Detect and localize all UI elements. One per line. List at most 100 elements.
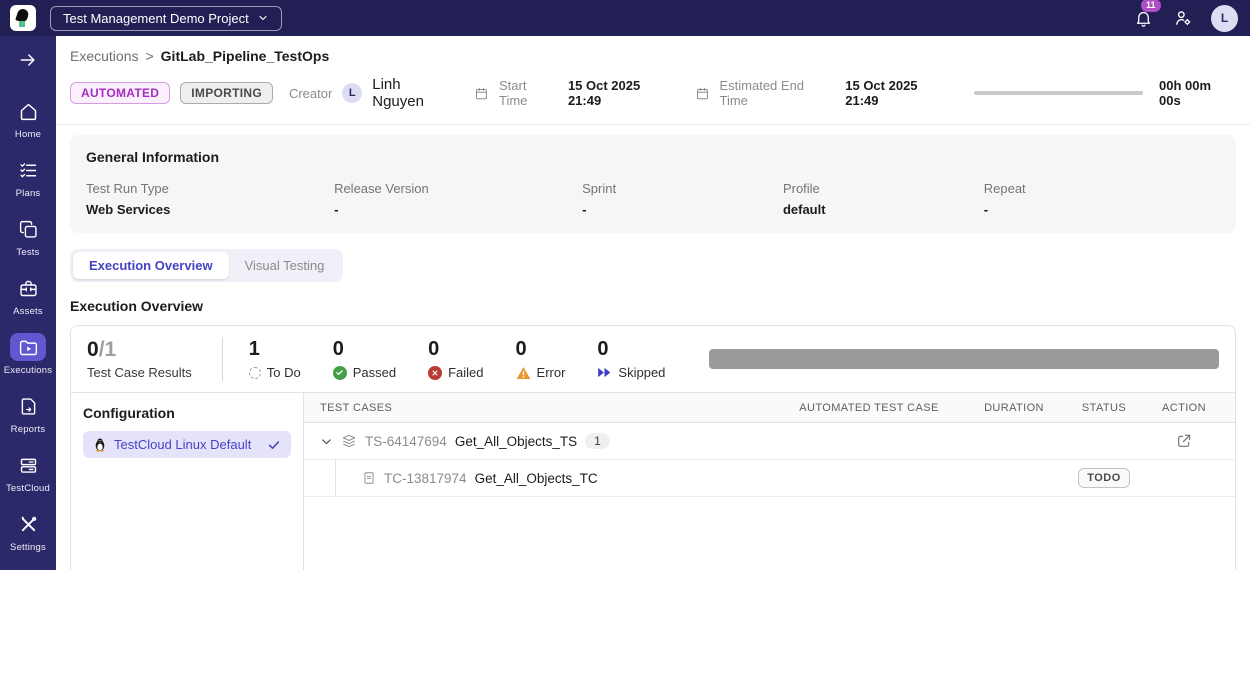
automated-badge: AUTOMATED bbox=[70, 82, 171, 104]
stat-todo: 1 To Do bbox=[248, 338, 301, 380]
sidebar-item-executions[interactable]: Executions bbox=[0, 333, 56, 376]
open-suite-action[interactable] bbox=[1149, 433, 1219, 449]
elapsed-time: 00h 00m 00s bbox=[1159, 78, 1212, 108]
results-completed: 0 bbox=[87, 338, 99, 361]
general-information-panel: General Information Test Run Type Web Se… bbox=[70, 135, 1236, 233]
end-time-label: Estimated End Time bbox=[719, 78, 805, 108]
selected-check-icon bbox=[268, 440, 280, 449]
reports-icon bbox=[21, 397, 35, 415]
tab-execution-overview[interactable]: Execution Overview bbox=[73, 252, 229, 279]
sidebar-item-label: Reports bbox=[10, 424, 46, 435]
section-title: Execution Overview bbox=[70, 298, 204, 314]
field-label: Repeat bbox=[983, 181, 1026, 196]
summary-stats-row: 0/1 Test Case Results 1 To Do 0 Passed 0… bbox=[71, 326, 1235, 393]
sidebar-item-home[interactable]: Home bbox=[0, 97, 56, 140]
failed-icon bbox=[428, 365, 443, 380]
todo-icon bbox=[248, 366, 261, 379]
view-tabs: Execution Overview Visual Testing bbox=[70, 249, 344, 282]
arrow-right-icon bbox=[20, 54, 35, 66]
table-header: TEST CASES AUTOMATED TEST CASE DURATION … bbox=[304, 393, 1235, 423]
field-value: - bbox=[334, 202, 339, 217]
sidebar-item-label: Executions bbox=[3, 365, 53, 376]
col-duration: DURATION bbox=[984, 401, 1044, 414]
error-icon bbox=[516, 366, 531, 380]
sidebar-item-tests[interactable]: Tests bbox=[0, 215, 56, 258]
col-test-cases: TEST CASES bbox=[320, 401, 393, 414]
test-case-row: TC-13817974 Get_All_Objects_TC TODO bbox=[304, 460, 1235, 497]
sidebar-item-plans[interactable]: Plans bbox=[0, 156, 56, 199]
elapsed-progress-bar bbox=[973, 91, 1144, 95]
stat-value: 0 bbox=[332, 338, 344, 360]
passed-icon bbox=[332, 365, 347, 380]
assets-icon bbox=[19, 280, 37, 296]
notifications-button[interactable]: 11 bbox=[1131, 0, 1161, 30]
creator-name: Linh Nguyen bbox=[372, 76, 424, 110]
breadcrumb-parent[interactable]: Executions bbox=[70, 48, 138, 64]
sidebar-item-testcloud[interactable]: TestCloud bbox=[0, 451, 56, 494]
col-action: ACTION bbox=[1162, 401, 1206, 414]
test-suite-row: TS-64147694 Get_All_Objects_TS 1 bbox=[304, 423, 1235, 460]
user-avatar[interactable]: L bbox=[1211, 4, 1238, 32]
field-value: default bbox=[782, 202, 826, 217]
sidebar-item-label: TestCloud bbox=[5, 483, 51, 494]
executions-icon bbox=[19, 340, 37, 355]
test-case-results: 0/1 Test Case Results bbox=[87, 338, 192, 380]
field-test-run-type: Test Run Type Web Services bbox=[86, 181, 334, 217]
sidebar-expand-button[interactable] bbox=[18, 50, 38, 75]
creator-avatar: L bbox=[342, 83, 363, 103]
col-status: STATUS bbox=[1081, 401, 1127, 414]
tab-visual-testing[interactable]: Visual Testing bbox=[229, 252, 341, 279]
home-icon bbox=[20, 103, 36, 120]
sidebar-item-reports[interactable]: Reports bbox=[0, 392, 56, 435]
settings-tools-icon bbox=[21, 516, 36, 531]
test-case-icon bbox=[364, 472, 374, 484]
notification-count-badge: 11 bbox=[1141, 0, 1161, 12]
user-management-button[interactable] bbox=[1171, 6, 1195, 30]
stat-skipped: 0 Skipped bbox=[597, 338, 665, 380]
stat-label: Skipped bbox=[618, 365, 666, 380]
testcloud-icon bbox=[20, 458, 36, 473]
general-information-title: General Information bbox=[86, 149, 220, 165]
skipped-icon bbox=[597, 366, 612, 379]
collapse-chevron-icon[interactable] bbox=[320, 435, 333, 448]
test-case-name[interactable]: Get_All_Objects_TC bbox=[475, 471, 598, 486]
configuration-item-testcloud-linux[interactable]: TestCloud Linux Default bbox=[83, 431, 291, 458]
test-suite-count-badge: 1 bbox=[585, 433, 610, 449]
top-bar: Test Management Demo Project 11 L bbox=[0, 0, 1250, 36]
test-case-id[interactable]: TC-13817974 bbox=[384, 471, 467, 486]
end-time-value: 15 Oct 2025 21:49 bbox=[845, 78, 918, 108]
results-total: /1 bbox=[98, 338, 117, 361]
execution-header: Executions > GitLab_Pipeline_TestOps AUT… bbox=[56, 36, 1250, 125]
breadcrumb-separator: > bbox=[145, 48, 154, 64]
test-suite-icon bbox=[342, 434, 356, 448]
configuration-title: Configuration bbox=[83, 405, 175, 421]
main-content: Executions > GitLab_Pipeline_TestOps AUT… bbox=[56, 36, 1250, 570]
user-gear-icon bbox=[1176, 11, 1191, 26]
sidebar-item-settings[interactable]: Settings bbox=[0, 510, 56, 553]
sidebar-item-label: Tests bbox=[16, 247, 40, 258]
calendar-icon bbox=[696, 87, 708, 99]
start-time-value: 15 Oct 2025 21:49 bbox=[567, 78, 641, 108]
field-label: Profile bbox=[782, 181, 820, 196]
external-link-icon bbox=[1178, 434, 1191, 447]
test-suite-id[interactable]: TS-64147694 bbox=[365, 434, 447, 449]
project-selector-label: Test Management Demo Project bbox=[63, 10, 249, 26]
stat-failed: 0 Failed bbox=[428, 338, 484, 380]
project-selector[interactable]: Test Management Demo Project bbox=[50, 5, 282, 31]
sidebar-item-assets[interactable]: Assets bbox=[0, 274, 56, 317]
field-value: - bbox=[983, 202, 989, 217]
field-profile: Profile default bbox=[783, 181, 984, 217]
stat-error: 0 Error bbox=[516, 338, 566, 380]
tests-icon bbox=[19, 220, 37, 238]
stat-label: Failed bbox=[448, 365, 484, 380]
field-sprint: Sprint - bbox=[582, 181, 783, 217]
col-automated-test-case: AUTOMATED TEST CASE bbox=[799, 401, 939, 414]
stat-label: To Do bbox=[266, 365, 301, 380]
configuration-panel: Configuration TestCloud Linux Default bbox=[71, 393, 304, 570]
sidebar-item-label: Plans bbox=[15, 188, 41, 199]
test-suite-name[interactable]: Get_All_Objects_TS bbox=[455, 434, 577, 449]
divider bbox=[221, 337, 223, 381]
importing-badge: IMPORTING bbox=[180, 82, 273, 104]
field-value: Web Services bbox=[86, 202, 171, 217]
app-window: Test Management Demo Project 11 L Home P… bbox=[0, 0, 1250, 570]
